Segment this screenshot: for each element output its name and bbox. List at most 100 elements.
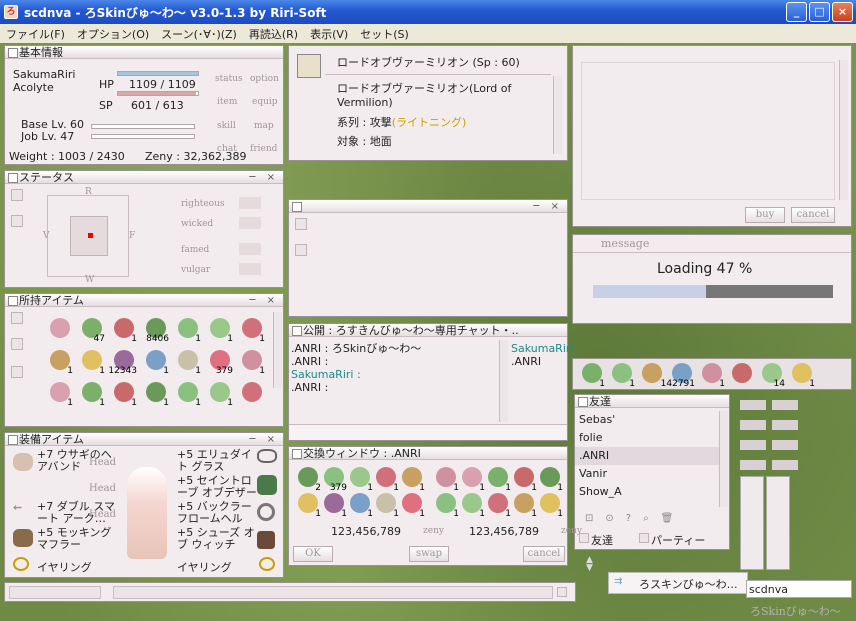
menu-file[interactable]: ファイル(F) xyxy=(6,26,65,42)
chat-member[interactable]: .ANRI xyxy=(511,355,573,368)
inventory-slot[interactable]: 1 xyxy=(47,380,73,408)
inventory-slot[interactable]: 1 xyxy=(207,316,233,344)
trade-slot[interactable]: 1 xyxy=(537,465,563,493)
menu-reload[interactable]: 再読込(R) xyxy=(249,26,298,42)
friend-item[interactable]: Show_A xyxy=(575,483,721,501)
close-button[interactable]: × xyxy=(832,2,853,22)
equip-armor[interactable]: +5 セイントローブ オブデザー xyxy=(177,475,257,499)
inventory-slot[interactable]: 1 xyxy=(175,348,201,376)
trade-slot[interactable]: 1 xyxy=(295,491,321,519)
trade-slot[interactable]: 1 xyxy=(399,465,425,493)
trade-ok-button[interactable]: OK xyxy=(293,546,333,562)
friend-button[interactable]: friend xyxy=(250,144,277,154)
inventory-slot[interactable]: 1 xyxy=(239,316,265,344)
friends-scrollbar[interactable] xyxy=(719,411,728,507)
trade-slot[interactable]: 1 xyxy=(511,465,537,493)
trade-slot[interactable]: 1 xyxy=(433,491,459,519)
status-check-1[interactable] xyxy=(11,189,23,201)
inventory-title[interactable]: 所持アイテム ─ × xyxy=(5,294,283,307)
trade-slot[interactable]: 1 xyxy=(373,491,399,519)
inventory-slot[interactable]: 1 xyxy=(143,348,169,376)
trade-slot[interactable]: 1 xyxy=(485,465,511,493)
scroll-arrows-icon[interactable]: ▲ ▼ xyxy=(586,556,596,576)
friends-title[interactable]: 友達 xyxy=(575,395,729,408)
inventory-slot[interactable]: 379 xyxy=(207,348,233,376)
menu-set[interactable]: セット(S) xyxy=(360,26,409,42)
inventory-slot[interactable]: 1 xyxy=(111,380,137,408)
whisper-target-input[interactable] xyxy=(9,586,101,599)
equip-shield[interactable]: +5 バックラー フロームヘル xyxy=(177,501,257,525)
trade-cancel-button[interactable]: cancel xyxy=(523,546,565,562)
status-title[interactable]: ステータス ─ × xyxy=(5,171,283,184)
hotbar-slot[interactable]: 1 xyxy=(699,361,725,389)
menu-soon[interactable]: スーン(･∀･)(Z) xyxy=(161,26,237,42)
side-slot-2[interactable] xyxy=(766,476,790,570)
trade-slot[interactable]: 1 xyxy=(537,491,563,519)
chat-scrollbar[interactable] xyxy=(499,340,508,422)
hotbar-slot[interactable]: 1 xyxy=(789,361,815,389)
hotbar-slot[interactable] xyxy=(729,361,755,387)
trade-slot[interactable]: 1 xyxy=(433,465,459,493)
equip-button[interactable]: equip xyxy=(252,97,278,107)
hotbar-slot[interactable]: 1 xyxy=(609,361,635,389)
inventory-slot[interactable]: 12343 xyxy=(108,348,137,376)
equip-accessory-right[interactable]: イヤリング xyxy=(177,559,232,575)
trade-slot[interactable]: 2 xyxy=(295,465,321,493)
shop-scrollbar[interactable] xyxy=(839,60,848,200)
basic-info-title[interactable]: 基本情報 xyxy=(5,46,283,59)
inventory-slot[interactable]: 47 xyxy=(79,316,105,344)
chat-member[interactable]: SakumaRiri xyxy=(511,342,573,355)
trade-slot[interactable]: 1 xyxy=(485,491,511,519)
inventory-slot[interactable]: 8406 xyxy=(143,316,169,344)
skill-button[interactable]: skill xyxy=(217,121,236,131)
side-slot-1[interactable] xyxy=(740,476,764,570)
inventory-slot[interactable] xyxy=(239,380,265,406)
trade-slot[interactable]: 379 xyxy=(321,465,347,493)
chat-option-check[interactable] xyxy=(557,587,567,597)
chat-input[interactable] xyxy=(289,424,567,440)
equipment-title[interactable]: 装備アイテム ─ × xyxy=(5,433,283,446)
inventory-slot[interactable] xyxy=(47,316,73,342)
trade-slot[interactable]: 1 xyxy=(399,491,425,519)
status-check-2[interactable] xyxy=(11,215,23,227)
party-tab[interactable]: パーティー xyxy=(651,532,705,548)
menu-view[interactable]: 表示(V) xyxy=(310,26,348,42)
hotbar-slot[interactable]: 14 xyxy=(759,361,785,389)
option-button[interactable]: option xyxy=(250,74,279,84)
map-button[interactable]: map xyxy=(254,121,274,131)
blank-check-1[interactable] xyxy=(295,218,307,230)
status-button[interactable]: status xyxy=(215,74,243,84)
party-tab-check[interactable] xyxy=(639,533,649,543)
inventory-slot[interactable]: 1 xyxy=(175,316,201,344)
trade-slot[interactable]: 1 xyxy=(459,491,485,519)
trade-slot[interactable]: 1 xyxy=(347,491,373,519)
inventory-slot[interactable]: 1 xyxy=(79,380,105,408)
inv-tab-1[interactable] xyxy=(11,312,23,324)
shop-cancel-button[interactable]: cancel xyxy=(791,207,835,223)
blank-check-2[interactable] xyxy=(295,244,307,256)
chat-button[interactable]: chat xyxy=(217,144,237,154)
trade-slot[interactable]: 1 xyxy=(511,491,537,519)
maximize-button[interactable]: □ xyxy=(809,2,830,22)
inventory-slot[interactable]: 1 xyxy=(79,348,105,376)
hotbar-slot[interactable]: 142791 xyxy=(661,361,695,389)
inventory-slot[interactable]: 1 xyxy=(111,316,137,344)
equip-head-mid[interactable]: +5 エリュダイト グラス xyxy=(177,449,257,473)
trade-slot[interactable]: 1 xyxy=(347,465,373,493)
menu-option[interactable]: オプション(O) xyxy=(77,26,149,42)
chat-message-input[interactable] xyxy=(113,586,553,599)
trade-slot[interactable]: 1 xyxy=(459,465,485,493)
equip-garment[interactable]: +5 モッキング マフラー xyxy=(37,527,117,551)
chat-title[interactable]: 公開 : ろすきんびゅ～わ～専用チャット・.. xyxy=(289,324,567,337)
inv-tab-3[interactable] xyxy=(11,366,23,378)
friend-item[interactable]: Sebas' xyxy=(575,411,721,429)
skill-scrollbar[interactable] xyxy=(553,76,562,154)
item-button[interactable]: item xyxy=(217,97,237,107)
hotbar-slot[interactable]: 1 xyxy=(579,361,605,389)
friend-item[interactable]: .ANRI xyxy=(575,447,721,465)
equip-accessory-left[interactable]: イヤリング xyxy=(37,559,92,575)
friends-tab[interactable]: 友達 xyxy=(591,532,613,548)
equip-shoes[interactable]: +5 シューズ オブ ウィッチ xyxy=(177,527,257,551)
inventory-slot[interactable]: 1 xyxy=(47,348,73,376)
trade-swap-button[interactable]: swap xyxy=(409,546,449,562)
